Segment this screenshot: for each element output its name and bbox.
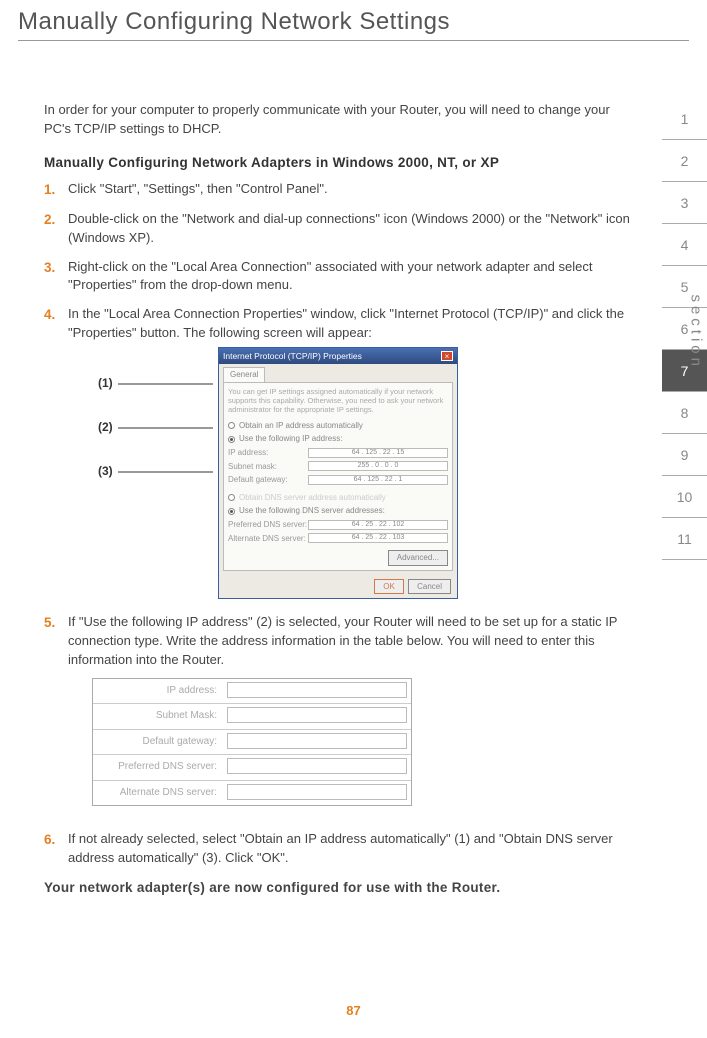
ok-button[interactable]: OK bbox=[374, 579, 404, 595]
radio-icon bbox=[228, 494, 235, 501]
row-label: Alternate DNS server: bbox=[93, 781, 223, 806]
tcpip-properties-dialog: Internet Protocol (TCP/IP) Properties × … bbox=[218, 347, 458, 599]
row-label: IP address: bbox=[93, 679, 223, 704]
callout-3: (3) bbox=[68, 463, 218, 507]
table-row: IP address: bbox=[93, 679, 411, 705]
callout-3-label: (3) bbox=[98, 464, 113, 478]
field-label: Preferred DNS server: bbox=[228, 519, 308, 531]
callouts: (1) (2) (3) bbox=[68, 347, 218, 507]
field-value[interactable]: 64 . 125 . 22 . 15 bbox=[308, 448, 448, 458]
section-tab-1[interactable]: 1 bbox=[662, 98, 707, 140]
advanced-button[interactable]: Advanced... bbox=[388, 550, 448, 566]
row-input[interactable] bbox=[227, 733, 407, 749]
dialog-tab-general[interactable]: General bbox=[223, 367, 265, 382]
step-number: 5. bbox=[44, 613, 68, 820]
address-info-table: IP address: Subnet Mask: Default gateway… bbox=[92, 678, 412, 807]
step-6: 6. If not already selected, select "Obta… bbox=[44, 830, 632, 868]
dialog-title-text: Internet Protocol (TCP/IP) Properties bbox=[223, 350, 362, 362]
radio-use-following-dns[interactable]: Use the following DNS server addresses: bbox=[228, 505, 448, 517]
row-label: Default gateway: bbox=[93, 730, 223, 755]
ip-address-field[interactable]: IP address: 64 . 125 . 22 . 15 bbox=[228, 447, 448, 459]
step-4-text: In the "Local Area Connection Properties… bbox=[68, 306, 624, 340]
step-text: Click "Start", "Settings", then "Control… bbox=[68, 180, 632, 200]
table-row: Alternate DNS server: bbox=[93, 781, 411, 806]
callout-1-label: (1) bbox=[98, 376, 113, 390]
field-label: Subnet mask: bbox=[228, 461, 308, 473]
row-label: Preferred DNS server: bbox=[93, 755, 223, 780]
page-number: 87 bbox=[0, 1003, 707, 1018]
callout-1: (1) bbox=[68, 375, 218, 419]
table-row: Subnet Mask: bbox=[93, 704, 411, 730]
preferred-dns-field[interactable]: Preferred DNS server: 64 . 25 . 22 . 102 bbox=[228, 519, 448, 531]
field-label: IP address: bbox=[228, 447, 308, 459]
subnet-mask-field[interactable]: Subnet mask: 255 . 0 . 0 . 0 bbox=[228, 461, 448, 473]
content-area: In order for your computer to properly c… bbox=[0, 41, 707, 898]
radio-label: Obtain an IP address automatically bbox=[239, 420, 363, 432]
closing-statement: Your network adapter(s) are now configur… bbox=[44, 878, 632, 898]
step-1: 1. Click "Start", "Settings", then "Cont… bbox=[44, 180, 632, 200]
step-3: 3. Right-click on the "Local Area Connec… bbox=[44, 258, 632, 296]
step-5: 5. If "Use the following IP address" (2)… bbox=[44, 613, 632, 820]
field-label: Alternate DNS server: bbox=[228, 533, 308, 545]
step-number: 2. bbox=[44, 210, 68, 248]
cancel-button[interactable]: Cancel bbox=[408, 579, 451, 595]
step-text: Double-click on the "Network and dial-up… bbox=[68, 210, 632, 248]
intro-text: In order for your computer to properly c… bbox=[44, 101, 632, 139]
section-tab-8[interactable]: 8 bbox=[662, 392, 707, 434]
row-label: Subnet Mask: bbox=[93, 704, 223, 729]
callout-2: (2) bbox=[68, 419, 218, 463]
table-row: Default gateway: bbox=[93, 730, 411, 756]
page-title: Manually Configuring Network Settings bbox=[0, 0, 707, 40]
section-tab-2[interactable]: 2 bbox=[662, 140, 707, 182]
close-icon[interactable]: × bbox=[441, 351, 453, 361]
table-row: Preferred DNS server: bbox=[93, 755, 411, 781]
row-input[interactable] bbox=[227, 682, 407, 698]
radio-icon bbox=[228, 436, 235, 443]
dialog-description: You can get IP settings assigned automat… bbox=[228, 387, 448, 414]
field-label: Default gateway: bbox=[228, 474, 308, 486]
figure-tcpip-dialog: (1) (2) (3) bbox=[68, 347, 632, 599]
row-input[interactable] bbox=[227, 707, 407, 723]
section-label: section bbox=[688, 294, 705, 370]
radio-icon bbox=[228, 422, 235, 429]
callout-2-label: (2) bbox=[98, 420, 113, 434]
step-text: In the "Local Area Connection Properties… bbox=[68, 305, 632, 603]
radio-label: Use the following IP address: bbox=[239, 433, 342, 445]
alternate-dns-field[interactable]: Alternate DNS server: 64 . 25 . 22 . 103 bbox=[228, 533, 448, 545]
row-input[interactable] bbox=[227, 758, 407, 774]
step-5-text: If "Use the following IP address" (2) is… bbox=[68, 614, 617, 667]
section-tab-9[interactable]: 9 bbox=[662, 434, 707, 476]
default-gateway-field[interactable]: Default gateway: 64 . 125 . 22 . 1 bbox=[228, 474, 448, 486]
section-tab-11[interactable]: 11 bbox=[662, 518, 707, 560]
subheading: Manually Configuring Network Adapters in… bbox=[44, 153, 632, 173]
step-number: 1. bbox=[44, 180, 68, 200]
radio-icon bbox=[228, 508, 235, 515]
step-number: 4. bbox=[44, 305, 68, 603]
field-value[interactable]: 64 . 25 . 22 . 103 bbox=[308, 533, 448, 543]
steps-list: 1. Click "Start", "Settings", then "Cont… bbox=[44, 180, 632, 868]
radio-label: Obtain DNS server address automatically bbox=[239, 492, 386, 504]
step-number: 6. bbox=[44, 830, 68, 868]
step-text: If not already selected, select "Obtain … bbox=[68, 830, 632, 868]
dialog-body: You can get IP settings assigned automat… bbox=[223, 382, 453, 571]
field-value[interactable]: 255 . 0 . 0 . 0 bbox=[308, 461, 448, 471]
step-2: 2. Double-click on the "Network and dial… bbox=[44, 210, 632, 248]
field-value[interactable]: 64 . 25 . 22 . 102 bbox=[308, 520, 448, 530]
step-text: If "Use the following IP address" (2) is… bbox=[68, 613, 632, 820]
radio-use-following-ip[interactable]: Use the following IP address: bbox=[228, 433, 448, 445]
step-4: 4. In the "Local Area Connection Propert… bbox=[44, 305, 632, 603]
radio-label: Use the following DNS server addresses: bbox=[239, 505, 385, 517]
section-tab-4[interactable]: 4 bbox=[662, 224, 707, 266]
row-input[interactable] bbox=[227, 784, 407, 800]
radio-obtain-dns-auto: Obtain DNS server address automatically bbox=[228, 492, 448, 504]
radio-obtain-ip-auto[interactable]: Obtain an IP address automatically bbox=[228, 420, 448, 432]
step-number: 3. bbox=[44, 258, 68, 296]
step-text: Right-click on the "Local Area Connectio… bbox=[68, 258, 632, 296]
section-tab-3[interactable]: 3 bbox=[662, 182, 707, 224]
dialog-titlebar: Internet Protocol (TCP/IP) Properties × bbox=[219, 348, 457, 364]
section-tab-10[interactable]: 10 bbox=[662, 476, 707, 518]
field-value[interactable]: 64 . 125 . 22 . 1 bbox=[308, 475, 448, 485]
